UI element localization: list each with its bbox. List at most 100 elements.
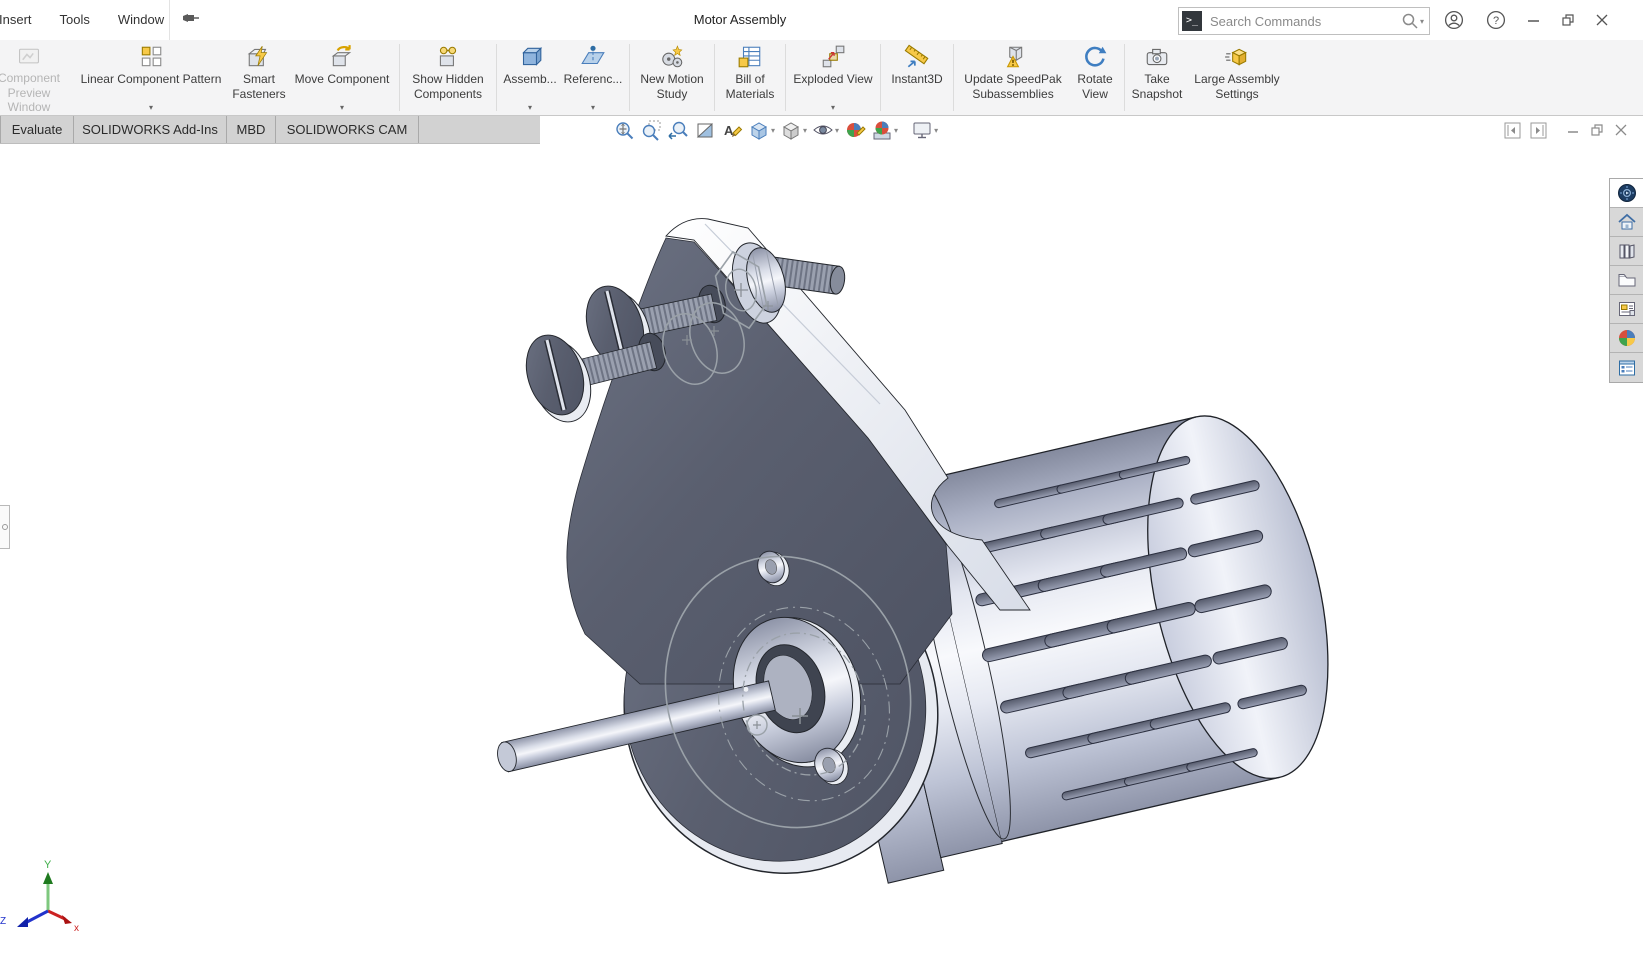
- hide-show-items-icon: [812, 119, 834, 141]
- zoom-to-area-button[interactable]: [639, 118, 663, 142]
- dropdown-caret-icon[interactable]: ▾: [149, 103, 153, 112]
- bill-of-materials-icon: [737, 44, 763, 70]
- taskpane-view-palette-button[interactable]: [1610, 295, 1643, 324]
- menu-bar: Insert Tools Window: [0, 0, 200, 40]
- collapsed-panel-tab[interactable]: [0, 505, 10, 549]
- previous-view-button[interactable]: [666, 118, 690, 142]
- collapse-pane-left-button[interactable]: [1504, 122, 1521, 139]
- menu-divider: [169, 0, 170, 40]
- taskpane-design-library-button[interactable]: [1610, 237, 1643, 266]
- edit-appearance-icon: [844, 119, 866, 141]
- take-snapshot-icon: [1144, 44, 1170, 70]
- menu-window[interactable]: Window: [104, 0, 178, 40]
- solidworks-resources-icon: [1617, 183, 1637, 203]
- linear-component-pattern-icon: [138, 44, 164, 70]
- tab-solidworks-add-ins[interactable]: SOLIDWORKS Add-Ins: [74, 116, 227, 143]
- motor-assembly-model[interactable]: [0, 144, 1609, 956]
- view-settings-button[interactable]: ▾: [910, 118, 939, 142]
- doc-restore-button[interactable]: [1590, 123, 1605, 138]
- apply-scene-button[interactable]: ▾: [870, 118, 899, 142]
- view-palette-icon: [1617, 299, 1637, 319]
- minimize-button[interactable]: [1517, 0, 1551, 40]
- take-snapshot-button[interactable]: Take Snapshot: [1128, 40, 1186, 115]
- title-bar: Insert Tools Window Motor Assembly >_ ▾: [0, 0, 1643, 41]
- section-view-button[interactable]: [693, 118, 717, 142]
- doc-minimize-button[interactable]: [1566, 123, 1581, 138]
- search-commands-box[interactable]: >_ ▾: [1178, 7, 1430, 35]
- move-component-icon: [329, 44, 355, 70]
- pin-menu-button[interactable]: [180, 10, 200, 30]
- move-component-button[interactable]: Move Component ▾: [288, 40, 396, 115]
- component-preview-window-button: Component Preview Window: [0, 40, 72, 115]
- taskpane-custom-properties-button[interactable]: [1610, 353, 1643, 382]
- expand-pane-right-button[interactable]: [1530, 122, 1547, 139]
- hide-show-items-button[interactable]: ▾: [811, 118, 840, 142]
- taskpane-file-explorer-button[interactable]: [1610, 266, 1643, 295]
- dropdown-caret-icon[interactable]: ▾: [771, 126, 775, 135]
- search-dropdown-icon[interactable]: ▾: [1420, 17, 1424, 26]
- heads-up-view-toolbar: A ▾ ▾: [612, 117, 939, 143]
- dropdown-caret-icon[interactable]: ▾: [340, 103, 344, 112]
- search-input[interactable]: [1208, 13, 1401, 30]
- bill-of-materials-button[interactable]: Bill of Materials: [718, 40, 782, 115]
- zoom-to-fit-icon: [613, 119, 635, 141]
- search-icon[interactable]: [1401, 12, 1419, 30]
- ribbon-group-separator: [496, 44, 497, 111]
- ribbon-group-separator: [785, 44, 786, 111]
- linear-component-pattern-button[interactable]: Linear Component Pattern ▾: [72, 40, 230, 115]
- account-button[interactable]: [1437, 0, 1471, 40]
- show-hidden-components-button[interactable]: Show Hidden Components: [403, 40, 493, 115]
- new-motion-study-button[interactable]: New Motion Study: [633, 40, 711, 115]
- view-orientation-button[interactable]: ▾: [747, 118, 776, 142]
- update-speedpak-icon: [1000, 44, 1026, 70]
- tab-mbd[interactable]: MBD: [227, 116, 276, 143]
- edit-appearance-button[interactable]: [843, 118, 867, 142]
- help-icon: ?: [1486, 10, 1506, 30]
- menu-tools[interactable]: Tools: [46, 0, 104, 40]
- zoom-to-area-icon: [640, 119, 662, 141]
- tab-evaluate[interactable]: Evaluate: [0, 116, 74, 143]
- zoom-to-fit-button[interactable]: [612, 118, 636, 142]
- dropdown-caret-icon[interactable]: ▾: [831, 103, 835, 112]
- dropdown-caret-icon[interactable]: ▾: [803, 126, 807, 135]
- minimize-icon: [1526, 12, 1542, 28]
- close-button[interactable]: [1585, 0, 1619, 40]
- large-assembly-settings-button[interactable]: Large Assembly Settings: [1186, 40, 1288, 115]
- doc-close-button[interactable]: [1614, 123, 1629, 138]
- reference-geometry-button[interactable]: Referenc... ▾: [560, 40, 626, 115]
- ribbon-group-separator: [953, 44, 954, 111]
- previous-view-icon: [667, 119, 689, 141]
- close-icon: [1594, 12, 1610, 28]
- exploded-view-button[interactable]: Exploded View ▾: [789, 40, 877, 115]
- dropdown-caret-icon[interactable]: ▾: [894, 126, 898, 135]
- large-assembly-settings-icon: [1224, 44, 1250, 70]
- ribbon-group-separator: [399, 44, 400, 111]
- command-prompt-icon: >_: [1182, 11, 1202, 31]
- tab-solidworks-cam[interactable]: SOLIDWORKS CAM: [276, 116, 419, 143]
- annotation-visibility-icon: A: [721, 119, 743, 141]
- dropdown-caret-icon[interactable]: ▾: [528, 103, 532, 112]
- dropdown-caret-icon[interactable]: ▾: [835, 126, 839, 135]
- assembly-features-button[interactable]: Assemb... ▾: [500, 40, 560, 115]
- dropdown-caret-icon[interactable]: ▾: [934, 126, 938, 135]
- instant3d-icon: [904, 44, 930, 70]
- reference-geometry-icon: [580, 44, 606, 70]
- smart-fasteners-button[interactable]: Smart Fasteners: [230, 40, 288, 115]
- instant3d-button[interactable]: Instant3D: [884, 40, 950, 115]
- dropdown-caret-icon[interactable]: ▾: [591, 103, 595, 112]
- ribbon-group-separator: [1124, 44, 1125, 111]
- rotate-view-icon: [1082, 44, 1108, 70]
- graphics-area[interactable]: Y x Z: [0, 144, 1609, 956]
- update-speedpak-subassemblies-button[interactable]: Update SpeedPak Subassemblies: [957, 40, 1069, 115]
- taskpane-home-button[interactable]: [1610, 208, 1643, 237]
- taskpane-appearances-scenes-button[interactable]: [1610, 324, 1643, 353]
- annotation-visibility-button[interactable]: A: [720, 118, 744, 142]
- taskpane-solidworks-resources-button[interactable]: [1610, 179, 1643, 208]
- help-button[interactable]: ?: [1479, 0, 1513, 40]
- appearances-scenes-icon: [1617, 328, 1637, 348]
- apply-scene-icon: [871, 119, 893, 141]
- display-style-button[interactable]: ▾: [779, 118, 808, 142]
- menu-insert[interactable]: Insert: [0, 0, 46, 40]
- restore-button[interactable]: [1551, 0, 1585, 40]
- rotate-view-button[interactable]: Rotate View: [1069, 40, 1121, 115]
